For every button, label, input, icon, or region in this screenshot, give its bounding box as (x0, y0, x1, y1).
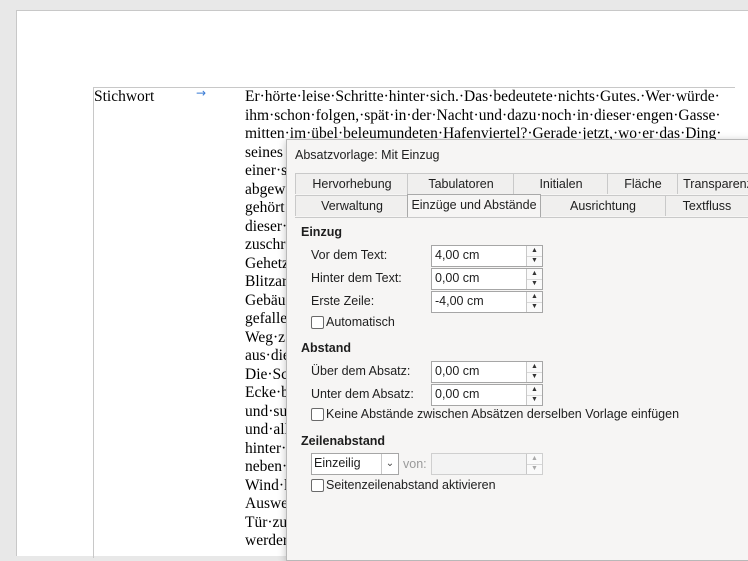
first-line-field[interactable]: -4,00 cm ▲ ▼ (431, 291, 543, 313)
chevron-down-icon[interactable]: ⌄ (381, 454, 398, 474)
decrease-icon[interactable]: ▼ (527, 372, 542, 382)
spacing-heading: Abstand (301, 341, 351, 355)
after-text-value[interactable]: 0,00 cm (435, 271, 479, 285)
tab-ausrichtung[interactable]: Ausrichtung (539, 195, 667, 216)
decrease-icon[interactable]: ▼ (527, 395, 542, 405)
tab-flaeche[interactable]: Fläche (607, 173, 679, 194)
line-spacing-heading: Zeilenabstand (301, 434, 386, 448)
automatic-label: Automatisch (326, 315, 395, 329)
dialog-title: Absatzvorlage: Mit Einzug (295, 148, 440, 162)
text-line[interactable]: ihm·schon·folgen,·spät·in·der·Nacht·und·… (245, 107, 725, 126)
paragraph-style-dialog: Absatzvorlage: Mit Einzug Hervorhebung T… (286, 139, 748, 561)
below-paragraph-value[interactable]: 0,00 cm (435, 387, 479, 401)
after-text-label: Hinter dem Text: (311, 271, 402, 285)
tab-divider (295, 217, 748, 218)
decrease-icon[interactable]: ▼ (527, 279, 542, 289)
line-spacing-value[interactable]: Einzeilig (314, 456, 361, 470)
first-line-label: Erste Zeile: (311, 294, 375, 308)
above-paragraph-label: Über dem Absatz: (311, 364, 411, 378)
tab-mark-icon: → (196, 86, 207, 100)
after-text-field[interactable]: 0,00 cm ▲ ▼ (431, 268, 543, 290)
tab-einzuege-und-abstaende[interactable]: Einzüge und Abstände (407, 194, 541, 217)
above-paragraph-value[interactable]: 0,00 cm (435, 364, 479, 378)
tab-hervorhebung[interactable]: Hervorhebung (295, 173, 409, 194)
of-value-field[interactable]: ▲ ▼ (431, 453, 543, 475)
before-text-label: Vor dem Text: (311, 248, 388, 262)
checkbox-box[interactable] (311, 316, 324, 329)
tab-transparenz[interactable]: Transparenz (677, 173, 748, 194)
decrease-icon[interactable]: ▼ (527, 302, 542, 312)
decrease-icon[interactable]: ▼ (527, 464, 542, 474)
of-label: von: (403, 457, 427, 471)
register-true-label: Seitenzeilenabstand aktivieren (326, 478, 496, 492)
checkbox-box[interactable] (311, 408, 324, 421)
no-space-label: Keine Abstände zwischen Absätzen derselb… (326, 407, 680, 421)
decrease-icon[interactable]: ▼ (527, 256, 542, 266)
before-text-field[interactable]: 4,00 cm ▲ ▼ (431, 245, 543, 267)
indent-heading: Einzug (301, 225, 342, 239)
before-text-value[interactable]: 4,00 cm (435, 248, 479, 262)
first-line-value[interactable]: -4,00 cm (435, 294, 484, 308)
tab-tabulatoren[interactable]: Tabulatoren (407, 173, 515, 194)
below-paragraph-field[interactable]: 0,00 cm ▲ ▼ (431, 384, 543, 406)
below-paragraph-label: Unter dem Absatz: (311, 387, 414, 401)
line-spacing-select[interactable]: Einzeilig ⌄ (311, 453, 399, 475)
keyword-text[interactable]: Stichwort (94, 88, 154, 106)
above-paragraph-field[interactable]: 0,00 cm ▲ ▼ (431, 361, 543, 383)
tab-textfluss[interactable]: Textfluss (665, 195, 748, 216)
text-line[interactable]: Er·hörte·leise·Schritte·hinter·sich.·Das… (245, 88, 725, 107)
checkbox-box[interactable] (311, 479, 324, 492)
tab-initialen[interactable]: Initialen (513, 173, 609, 194)
tab-verwaltung[interactable]: Verwaltung (295, 195, 409, 216)
